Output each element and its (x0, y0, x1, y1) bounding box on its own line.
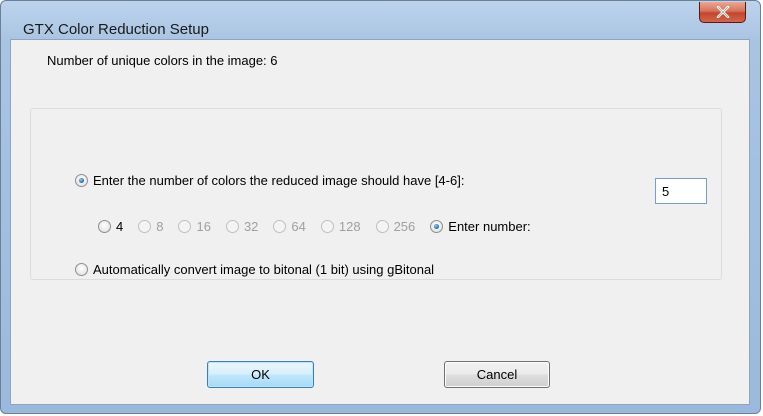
choice-64: 64 (273, 219, 306, 234)
choice-16-label: 16 (196, 219, 211, 234)
bitonal-option[interactable]: Automatically convert image to bitonal (… (75, 262, 434, 277)
bitonal-radio[interactable] (75, 263, 88, 276)
enter-count-option[interactable]: Enter the number of colors the reduced i… (75, 173, 464, 188)
choice-64-radio (273, 220, 287, 233)
enter-count-radio[interactable] (75, 174, 88, 187)
choice-8-label: 8 (156, 219, 164, 234)
choice-16: 16 (178, 219, 211, 234)
choice-256-radio (375, 220, 389, 233)
close-button[interactable] (699, 2, 746, 23)
choice-256: 256 (375, 219, 416, 234)
close-icon (716, 6, 729, 18)
choice-4-label: 4 (116, 219, 124, 234)
choice-128-radio (320, 220, 334, 233)
enter-number-radio[interactable] (430, 220, 444, 233)
choice-32: 32 (225, 219, 259, 234)
enter-count-label: Enter the number of colors the reduced i… (93, 173, 465, 188)
choice-4-radio[interactable] (98, 220, 111, 233)
choice-8: 8 (138, 219, 163, 234)
choice-32-label: 32 (243, 219, 259, 234)
bitonal-label: Automatically convert image to bitonal (… (93, 262, 435, 277)
choice-8-radio (138, 220, 152, 233)
cancel-button[interactable]: Cancel (444, 361, 550, 388)
number-input[interactable] (655, 178, 707, 204)
choice-32-radio (225, 220, 239, 233)
window-title: GTX Color Reduction Setup (23, 21, 209, 38)
enter-number-option[interactable]: Enter number: (430, 219, 531, 234)
choice-4[interactable]: 4 (98, 219, 123, 234)
options-group (30, 108, 722, 280)
choice-16-radio (178, 220, 192, 233)
enter-number-label: Enter number: (448, 219, 531, 234)
choice-64-label: 64 (291, 219, 306, 234)
color-choices-row: 4 8 16 32 64 128 256 Enter number: (98, 219, 546, 234)
unique-colors-label: Number of unique colors in the image: 6 (47, 53, 278, 68)
choice-256-label: 256 (393, 219, 416, 234)
choice-128: 128 (320, 219, 361, 234)
title-bar: GTX Color Reduction Setup (1, 1, 760, 38)
ok-button[interactable]: OK (207, 361, 314, 388)
choice-128-label: 128 (338, 219, 361, 234)
